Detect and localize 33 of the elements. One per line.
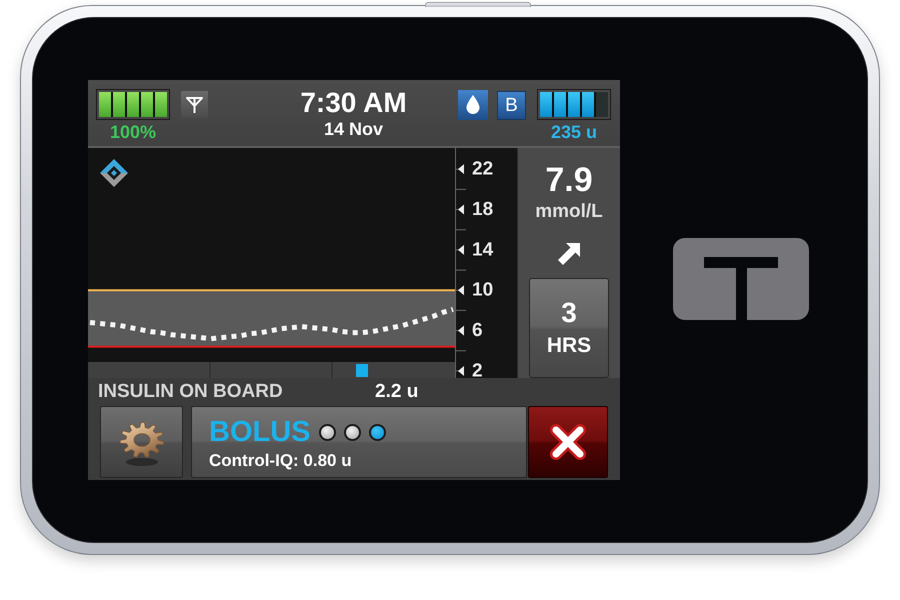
axis-tick-label: 6 — [472, 320, 483, 342]
tick-pointer-icon — [458, 285, 464, 296]
event-marker-icon — [356, 364, 368, 377]
axis-tick-label: 10 — [472, 280, 494, 301]
axis-tick-label: 18 — [472, 199, 494, 220]
logo-icon — [673, 238, 809, 320]
time-span-button[interactable]: 3 HRS — [529, 278, 609, 378]
bolus-title: BOLUS — [209, 417, 310, 447]
glucose-unit: mmol/L — [535, 202, 603, 222]
tick-pointer-icon — [458, 326, 464, 336]
diamond-icon — [100, 159, 128, 187]
drop-icon — [458, 90, 488, 120]
cancel-button[interactable] — [528, 406, 608, 478]
tick-pointer-icon — [458, 204, 464, 215]
tick-pointer-icon — [458, 366, 464, 376]
iob-value: 2.2 u — [375, 381, 420, 403]
clock-time: 7:30 AM — [300, 89, 407, 117]
status-badge: B — [497, 91, 526, 120]
close-icon — [548, 422, 588, 462]
iob-label: INSULIN ON BOARD — [98, 381, 284, 403]
insulin-remaining: 235 u — [550, 122, 598, 142]
axis-tick-label: 14 — [472, 239, 494, 260]
battery-percent: 100% — [110, 122, 156, 142]
tick-pointer-icon — [458, 164, 464, 174]
axis-tick-label: 2 — [472, 360, 483, 382]
arrow-icon — [557, 242, 581, 266]
tick-pointer-icon — [458, 244, 464, 255]
antenna-icon — [181, 91, 208, 118]
axis-tick-label: 22 — [472, 158, 494, 180]
bolus-detail: Control-IQ: 0.80 u — [209, 451, 353, 471]
settings-button[interactable] — [100, 406, 183, 478]
glucose-reading: 7.9 — [545, 162, 593, 198]
date-label: 14 Nov — [324, 119, 383, 139]
